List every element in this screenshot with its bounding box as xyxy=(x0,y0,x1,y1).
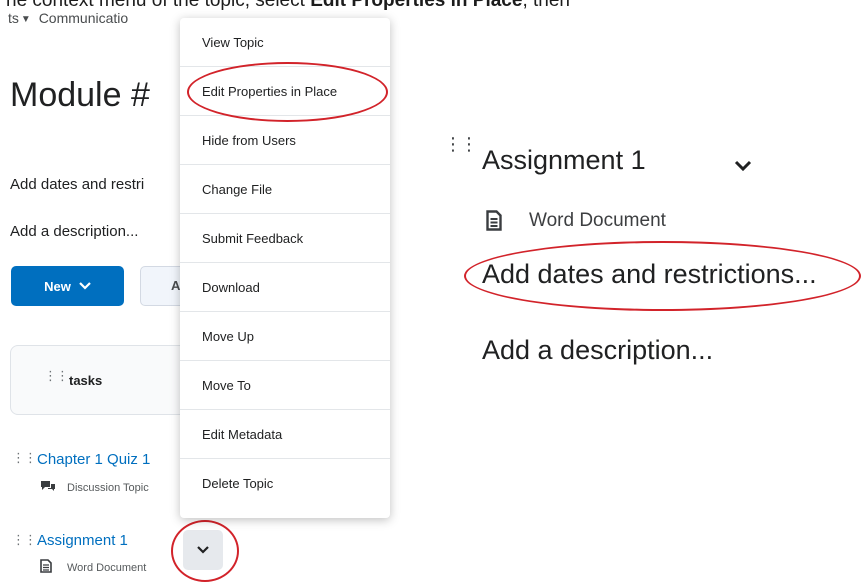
menu-item-delete-topic[interactable]: Delete Topic xyxy=(180,459,390,508)
menu-item-change-file[interactable]: Change File xyxy=(180,165,390,214)
nav-item-1[interactable]: ts xyxy=(8,10,19,26)
caption-text-right: , then xyxy=(522,0,570,11)
menu-item-view-topic[interactable]: View Topic xyxy=(180,18,390,67)
menu-item-label: Change File xyxy=(202,181,273,197)
highlight-ring xyxy=(464,241,861,311)
topic-link-assignment1[interactable]: Assignment 1 xyxy=(37,532,128,549)
menu-item-label: Download xyxy=(202,279,260,295)
new-button[interactable]: New xyxy=(11,266,124,306)
drag-handle-icon[interactable]: ⋮⋮ xyxy=(12,533,37,546)
menu-item-label: View Topic xyxy=(202,34,264,50)
topic-link-chapter1[interactable]: Chapter 1 Quiz 1 xyxy=(37,451,150,468)
topic-type-discussion: Discussion Topic xyxy=(67,482,149,494)
add-description-link[interactable]: Add a description... xyxy=(10,223,138,240)
highlight-ring xyxy=(171,520,239,582)
nav-bar: ts ▼ Communicatio xyxy=(8,10,128,30)
highlight-ring xyxy=(187,62,388,122)
caption-text-bold: Edit Properties in Place xyxy=(310,0,523,11)
topic-type: Word Document xyxy=(529,210,666,231)
menu-item-download[interactable]: Download xyxy=(180,263,390,312)
document-icon xyxy=(486,210,502,231)
chevron-down-icon: ▼ xyxy=(20,14,31,25)
tasks-label: tasks xyxy=(69,373,103,388)
menu-item-label: Move Up xyxy=(202,328,255,344)
drag-handle-icon[interactable]: ⋮⋮ xyxy=(444,135,478,153)
menu-item-move-up[interactable]: Move Up xyxy=(180,312,390,361)
add-existing-button-label: A xyxy=(171,278,181,293)
document-icon xyxy=(40,559,52,573)
new-button-label: New xyxy=(44,278,71,294)
nav-item-2[interactable]: Communicatio xyxy=(39,10,128,26)
menu-item-submit-feedback[interactable]: Submit Feedback xyxy=(180,214,390,263)
page-title: Module # xyxy=(10,76,150,114)
drag-handle-icon[interactable]: ⋮⋮ xyxy=(12,451,37,464)
add-description-link[interactable]: Add a description... xyxy=(482,335,713,366)
menu-item-edit-metadata[interactable]: Edit Metadata xyxy=(180,410,390,459)
discussion-icon xyxy=(41,481,55,491)
menu-item-label: Move To xyxy=(202,377,251,393)
menu-item-move-to[interactable]: Move To xyxy=(180,361,390,410)
topic-title[interactable]: Assignment 1 xyxy=(482,145,646,176)
add-dates-link[interactable]: Add dates and restri xyxy=(10,176,144,193)
menu-item-label: Hide from Users xyxy=(202,132,296,148)
instruction-caption: he context menu of the topic, select Edi… xyxy=(0,0,863,11)
menu-item-label: Delete Topic xyxy=(202,476,274,491)
topic-type-document: Word Document xyxy=(67,562,147,574)
drag-handle-icon[interactable]: ⋮⋮ xyxy=(44,369,69,382)
menu-item-label: Submit Feedback xyxy=(202,230,304,246)
chevron-down-icon[interactable] xyxy=(734,160,752,172)
menu-item-label: Edit Metadata xyxy=(202,426,283,442)
chevron-down-icon xyxy=(79,282,91,290)
menu-item-hide-from-users[interactable]: Hide from Users xyxy=(180,116,390,165)
